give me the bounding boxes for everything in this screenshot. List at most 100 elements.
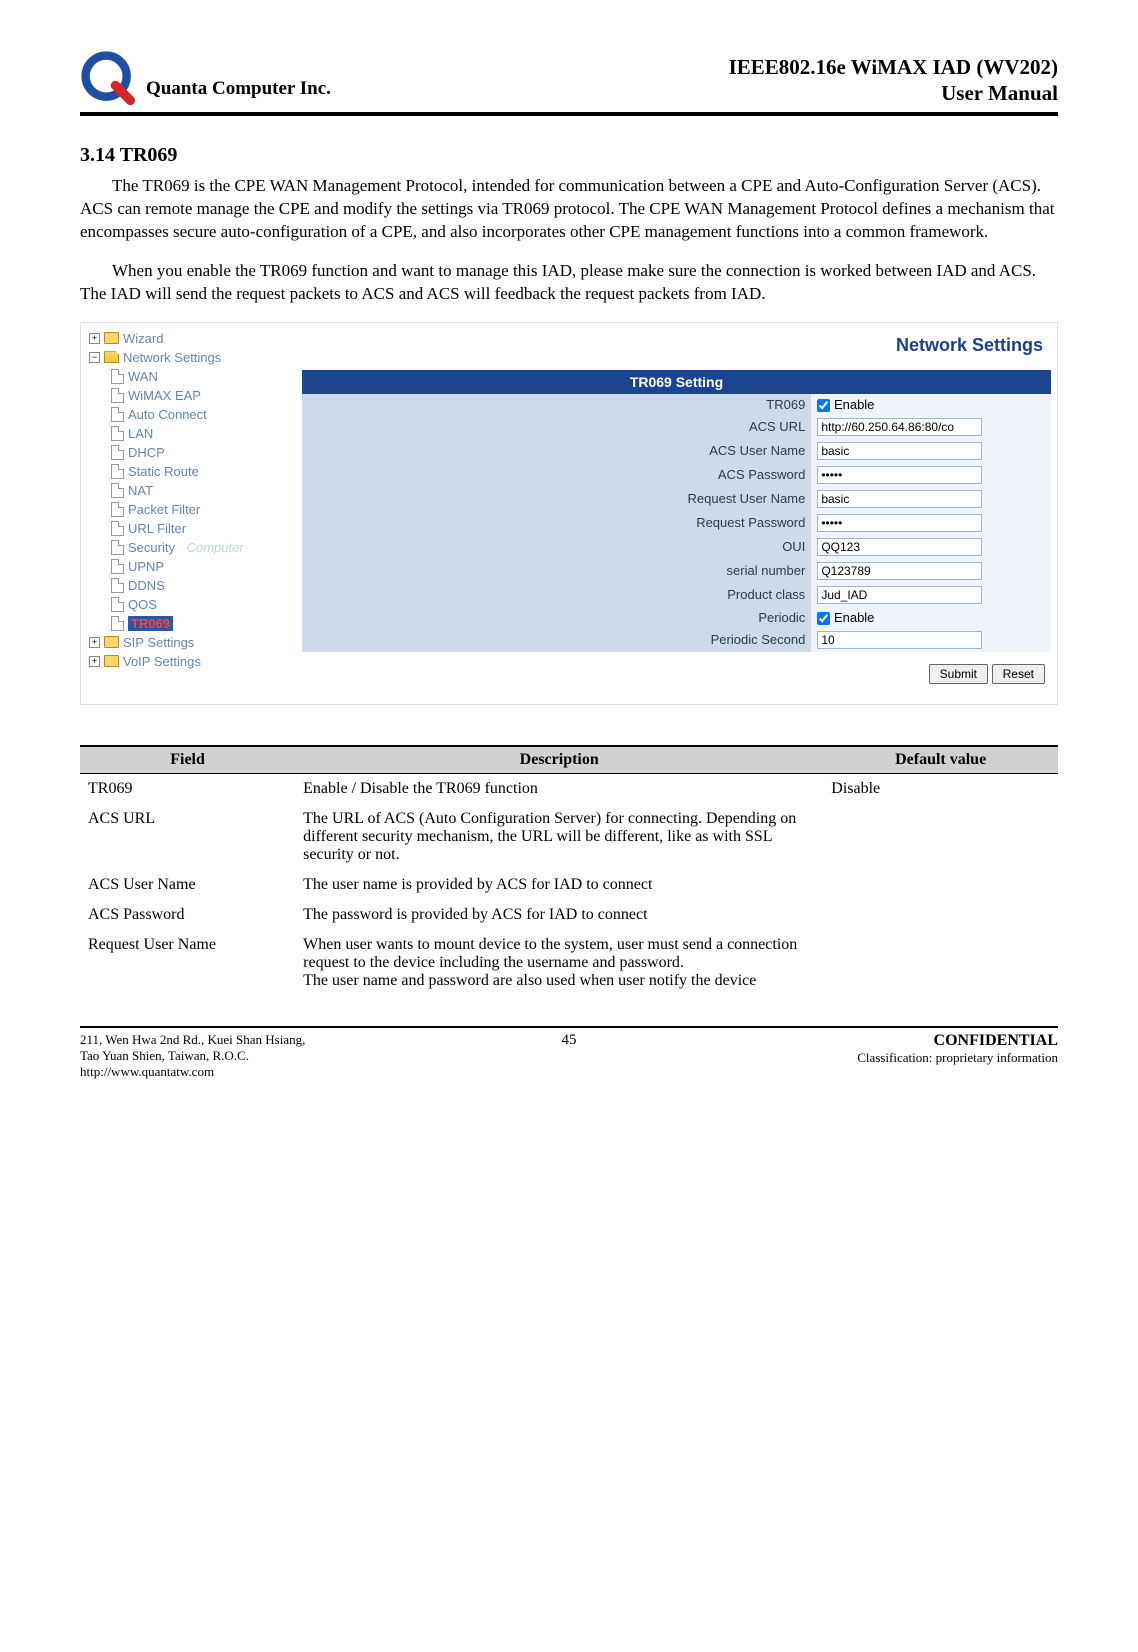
tree-item-upnp[interactable]: UPNP — [85, 557, 292, 576]
field-description-table: Field Description Default value TR069 En… — [80, 745, 1058, 996]
periodic-second-input[interactable] — [817, 631, 982, 649]
tree-network-settings[interactable]: − Network Settings — [85, 348, 292, 367]
tree-item-nat[interactable]: NAT — [85, 481, 292, 500]
tree-item-qos[interactable]: QOS — [85, 595, 292, 614]
cell-field: ACS User Name — [80, 870, 295, 900]
tree-label: Network Settings — [123, 350, 221, 365]
company-logo-icon — [80, 50, 136, 106]
watermark-text: Computer — [187, 540, 244, 555]
settings-screenshot: + Wizard − Network Settings WAN WiMAX EA… — [80, 322, 1058, 705]
tree-label: WiMAX EAP — [128, 388, 201, 403]
footer-address-1: 211, Wen Hwa 2nd Rd., Kuei Shan Hsiang, — [80, 1032, 452, 1048]
footer-confidential: CONFIDENTIAL — [686, 1032, 1058, 1050]
row-label-request-user: Request User Name — [302, 487, 811, 511]
tree-label: WAN — [128, 369, 158, 384]
tree-item-url-filter[interactable]: URL Filter — [85, 519, 292, 538]
tree-wizard[interactable]: + Wizard — [85, 329, 292, 348]
tree-item-wan[interactable]: WAN — [85, 367, 292, 386]
tree-label: Wizard — [123, 331, 163, 346]
expand-plus-icon[interactable]: + — [89, 656, 100, 667]
settings-table-header: TR069 Setting — [302, 370, 1051, 394]
folder-icon — [104, 655, 119, 667]
file-icon — [111, 464, 124, 479]
cell-field: Request User Name — [80, 930, 295, 996]
tree-label: URL Filter — [128, 521, 186, 536]
tree-label: VoIP Settings — [123, 654, 201, 669]
cell-field: ACS URL — [80, 804, 295, 870]
oui-input[interactable] — [817, 538, 982, 556]
footer-classification: Classification: proprietary information — [686, 1050, 1058, 1066]
expand-plus-icon[interactable]: + — [89, 637, 100, 648]
tree-item-packet-filter[interactable]: Packet Filter — [85, 500, 292, 519]
cell-field: TR069 — [80, 773, 295, 804]
tree-item-dhcp[interactable]: DHCP — [85, 443, 292, 462]
file-icon — [111, 502, 124, 517]
cell-desc: The user name is provided by ACS for IAD… — [295, 870, 823, 900]
cell-default — [823, 870, 1058, 900]
row-label-acs-url: ACS URL — [302, 415, 811, 439]
acs-user-input[interactable] — [817, 442, 982, 460]
file-icon — [111, 540, 124, 555]
row-label-acs-password: ACS Password — [302, 463, 811, 487]
tree-label: UPNP — [128, 559, 164, 574]
tree-item-lan[interactable]: LAN — [85, 424, 292, 443]
tree-voip-settings[interactable]: + VoIP Settings — [85, 652, 292, 671]
footer-url: http://www.quantatw.com — [80, 1064, 452, 1080]
tree-item-wimax-eap[interactable]: WiMAX EAP — [85, 386, 292, 405]
col-field: Field — [80, 746, 295, 774]
nav-tree: + Wizard − Network Settings WAN WiMAX EA… — [81, 323, 296, 704]
section-heading: 3.14 TR069 — [80, 144, 1058, 167]
tr069-enable-checkbox[interactable]: Enable — [817, 397, 874, 412]
tree-label: DHCP — [128, 445, 165, 460]
request-password-input[interactable] — [817, 514, 982, 532]
tree-label: Auto Connect — [128, 407, 207, 422]
cell-desc: Enable / Disable the TR069 function — [295, 773, 823, 804]
file-icon — [111, 483, 124, 498]
cell-default: Disable — [823, 773, 1058, 804]
tree-label: LAN — [128, 426, 153, 441]
file-icon — [111, 597, 124, 612]
col-description: Description — [295, 746, 823, 774]
expand-plus-icon[interactable]: + — [89, 333, 100, 344]
tree-label: DDNS — [128, 578, 165, 593]
folder-icon — [104, 332, 119, 344]
tree-item-tr069[interactable]: TR069 — [85, 614, 292, 633]
footer-address-2: Tao Yuan Shien, Taiwan, R.O.C. — [80, 1048, 452, 1064]
request-user-input[interactable] — [817, 490, 982, 508]
tree-item-ddns[interactable]: DDNS — [85, 576, 292, 595]
acs-url-input[interactable] — [817, 418, 982, 436]
folder-open-icon — [104, 351, 119, 363]
expand-minus-icon[interactable]: − — [89, 352, 100, 363]
file-icon — [111, 559, 124, 574]
table-row: ACS URL The URL of ACS (Auto Configurati… — [80, 804, 1058, 870]
file-icon — [111, 369, 124, 384]
submit-button[interactable]: Submit — [929, 664, 988, 684]
file-icon — [111, 407, 124, 422]
settings-panel-title: Network Settings — [302, 329, 1051, 370]
tree-sip-settings[interactable]: + SIP Settings — [85, 633, 292, 652]
periodic-enable-checkbox[interactable]: Enable — [817, 610, 874, 625]
serial-input[interactable] — [817, 562, 982, 580]
checkbox-label: Enable — [834, 610, 874, 625]
cell-default — [823, 930, 1058, 996]
page-footer: 211, Wen Hwa 2nd Rd., Kuei Shan Hsiang, … — [80, 1026, 1058, 1080]
table-row: TR069 Enable / Disable the TR069 functio… — [80, 773, 1058, 804]
cell-desc: When user wants to mount device to the s… — [295, 930, 823, 996]
row-label-serial: serial number — [302, 559, 811, 583]
tree-item-auto-connect[interactable]: Auto Connect — [85, 405, 292, 424]
tree-item-static-route[interactable]: Static Route — [85, 462, 292, 481]
row-label-periodic: Periodic — [302, 607, 811, 628]
tree-label: QOS — [128, 597, 157, 612]
acs-password-input[interactable] — [817, 466, 982, 484]
file-icon — [111, 521, 124, 536]
tree-label: Security — [128, 540, 175, 555]
product-class-input[interactable] — [817, 586, 982, 604]
reset-button[interactable]: Reset — [992, 664, 1045, 684]
tree-item-security[interactable]: Security Computer — [85, 538, 292, 557]
doc-title-line2: User Manual — [729, 80, 1058, 106]
section-paragraph-1: The TR069 is the CPE WAN Management Prot… — [80, 175, 1058, 244]
row-label-oui: OUI — [302, 535, 811, 559]
cell-default — [823, 900, 1058, 930]
cell-field: ACS Password — [80, 900, 295, 930]
table-row: Request User Name When user wants to mou… — [80, 930, 1058, 996]
